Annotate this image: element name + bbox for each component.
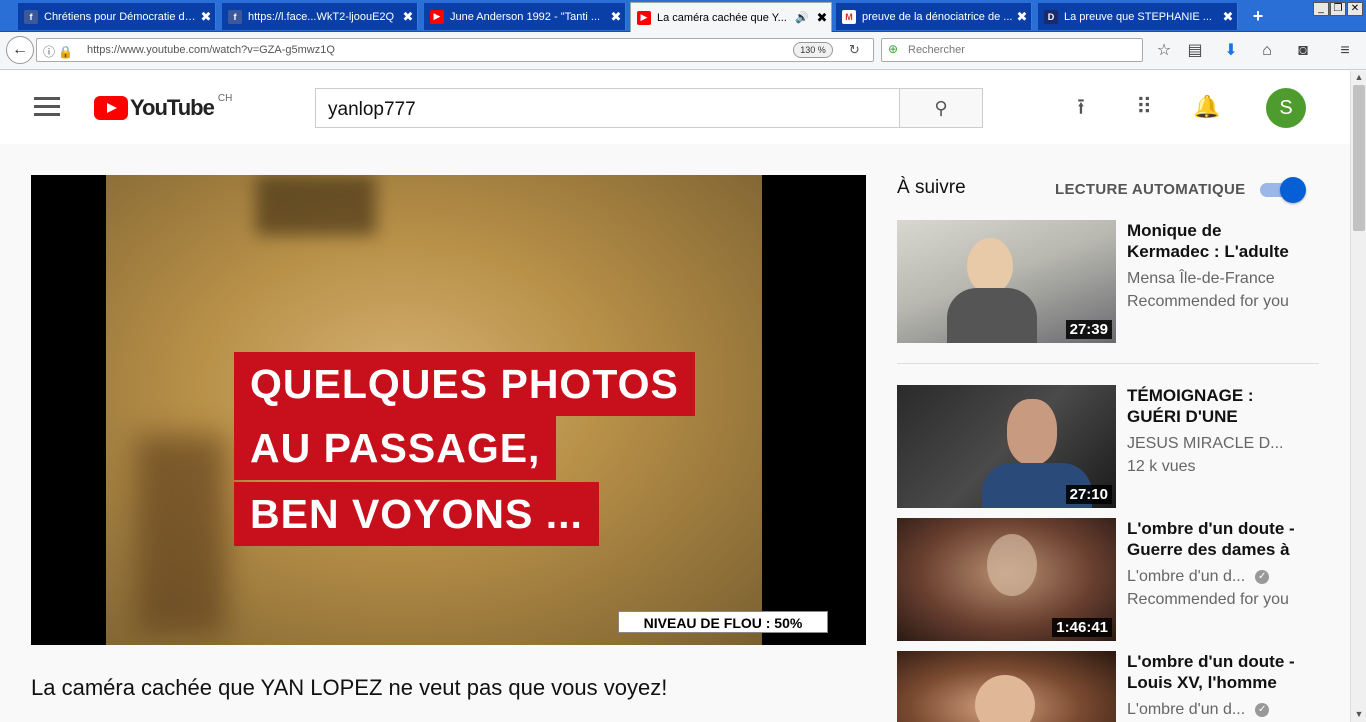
tab-label: La caméra cachée que Y...	[657, 11, 787, 24]
video-caption-line: AU PASSAGE,	[234, 416, 557, 480]
scrollbar-thumb[interactable]	[1353, 85, 1365, 231]
facebook-icon: f	[24, 9, 38, 24]
channel-name[interactable]: L'ombre d'un d... ✓	[1127, 698, 1312, 721]
video-title[interactable]: TÉMOIGNAGE : GUÉRI D'UNE	[1127, 385, 1307, 427]
minimize-icon[interactable]: _	[1313, 2, 1329, 16]
video-thumbnail[interactable]	[897, 651, 1116, 722]
tab-label: preuve de la dénociatrice de ...	[862, 10, 1013, 23]
suggested-video[interactable]: L'ombre d'un doute - Louis XV, l'homme L…	[897, 651, 1317, 722]
video-title[interactable]: Monique de Kermadec : L'adulte	[1127, 220, 1307, 262]
url-bar[interactable]: ⓘ 🔒 https://www.youtube.com/watch?v=GZA-…	[36, 38, 874, 62]
restore-icon[interactable]: ❐	[1330, 2, 1346, 16]
video-meta: Recommended for you	[1127, 591, 1289, 608]
video-duration: 27:10	[1065, 485, 1112, 504]
browser-search-input[interactable]: ⊕ Rechercher	[881, 38, 1143, 62]
youtube-icon: ▶	[637, 10, 651, 25]
hamburger-menu-icon[interactable]	[34, 97, 60, 117]
youtube-play-icon	[94, 96, 128, 120]
suggested-video[interactable]: 1:46:41 L'ombre d'un doute - Guerre des …	[897, 518, 1317, 642]
verified-badge-icon: ✓	[1255, 702, 1270, 717]
video-meta: Recommended for you	[1127, 293, 1289, 310]
video-caption-line: BEN VOYONS ...	[234, 482, 599, 546]
home-icon[interactable]: ⌂	[1256, 40, 1278, 62]
blur-level-label: NIVEAU DE FLOU : 50%	[618, 611, 828, 633]
country-code: CH	[217, 92, 233, 104]
close-icon[interactable]: ✖	[607, 9, 625, 25]
up-next-heading: À suivre	[897, 177, 966, 198]
youtube-logo[interactable]: YouTube CH	[94, 92, 233, 121]
upload-icon[interactable]: ⭱	[1067, 93, 1095, 121]
video-title[interactable]: L'ombre d'un doute - Guerre des dames à	[1127, 518, 1307, 560]
menu-icon[interactable]: ≡	[1334, 40, 1356, 62]
autoplay-toggle[interactable]	[1260, 177, 1306, 203]
browser-tab-active[interactable]: ▶ La caméra cachée que Y... 🔊 ✖	[630, 2, 832, 32]
video-title[interactable]: L'ombre d'un doute - Louis XV, l'homme	[1127, 651, 1307, 693]
autoplay-label: LECTURE AUTOMATIQUE	[1055, 181, 1246, 198]
close-icon[interactable]: ✖	[399, 9, 417, 25]
search-icon: ⚲	[934, 98, 948, 118]
browser-tab[interactable]: f Chrétiens pour Démocratie dir... ✖	[18, 3, 216, 30]
zoom-level[interactable]: 130 %	[793, 42, 833, 58]
avatar[interactable]: S	[1266, 88, 1306, 128]
window-close-icon[interactable]: ✕	[1347, 2, 1363, 16]
page-scrollbar[interactable]: ▲ ▼	[1350, 71, 1366, 722]
youtube-search-input[interactable]: yanlop777	[315, 88, 900, 128]
video-meta: 12 k vues	[1127, 458, 1196, 475]
video-title: La caméra cachée que YAN LOPEZ ne veut p…	[31, 675, 668, 700]
site-info-icon[interactable]: ⓘ 🔒	[43, 43, 73, 60]
search-button[interactable]: ⚲	[899, 88, 983, 128]
gmail-icon: M	[842, 9, 856, 24]
youtube-icon: ▶	[430, 9, 444, 24]
back-button[interactable]: ←	[6, 36, 34, 64]
pocket-icon[interactable]: ◙	[1292, 40, 1314, 62]
browser-tab[interactable]: M preuve de la dénociatrice de ... ✖	[836, 3, 1032, 30]
video-thumbnail[interactable]: 27:10	[897, 385, 1116, 508]
tab-label: https://l.face...WkT2-ljoouE2Q	[248, 10, 395, 23]
browser-tab[interactable]: D La preuve que STEPHANIE ... ✖	[1038, 3, 1238, 30]
video-player[interactable]: QUELQUES PHOTOS AU PASSAGE, BEN VOYONS .…	[31, 175, 866, 645]
verified-badge-icon: ✓	[1255, 569, 1270, 584]
download-icon[interactable]: ⬇	[1220, 40, 1242, 62]
tab-label: Chrétiens pour Démocratie dir...	[44, 10, 197, 23]
scroll-up-icon[interactable]: ▲	[1353, 72, 1365, 84]
search-value: yanlop777	[328, 99, 416, 120]
tab-label: La preuve que STEPHANIE ...	[1064, 10, 1212, 23]
scroll-down-icon[interactable]: ▼	[1353, 709, 1365, 721]
video-duration: 1:46:41	[1052, 618, 1112, 637]
close-icon[interactable]: ✖	[1013, 9, 1031, 25]
video-thumbnail[interactable]: 27:39	[897, 220, 1116, 343]
browser-tab[interactable]: ▶ June Anderson 1992 - "Tanti ... ✖	[424, 3, 626, 30]
video-thumbnail[interactable]: 1:46:41	[897, 518, 1116, 641]
divider	[897, 363, 1319, 364]
suggested-video[interactable]: 27:10 TÉMOIGNAGE : GUÉRI D'UNE JESUS MIR…	[897, 385, 1317, 509]
url-text: https://www.youtube.com/watch?v=GZA-g5mw…	[87, 44, 335, 56]
close-icon[interactable]: ✖	[1219, 9, 1237, 25]
bookmark-star-icon[interactable]: ☆	[1153, 40, 1175, 62]
search-engine-icon: ⊕	[888, 42, 899, 56]
video-duration: 27:39	[1065, 320, 1112, 339]
channel-name[interactable]: L'ombre d'un d... ✓	[1127, 565, 1312, 588]
reading-list-icon[interactable]: ▤	[1184, 40, 1206, 62]
speaker-icon[interactable]: 🔊	[795, 11, 809, 24]
suggested-video[interactable]: 27:39 Monique de Kermadec : L'adulte Men…	[897, 220, 1317, 344]
video-caption-line: QUELQUES PHOTOS	[234, 352, 695, 416]
apps-grid-icon[interactable]: ⠿	[1130, 93, 1158, 121]
channel-name[interactable]: Mensa Île-de-France	[1127, 267, 1312, 290]
browser-tab-bar: f Chrétiens pour Démocratie dir... ✖ f h…	[0, 0, 1366, 32]
logo-text: YouTube	[130, 95, 215, 120]
reload-icon[interactable]: ↻	[849, 42, 860, 58]
dailymotion-icon: D	[1044, 9, 1058, 24]
search-placeholder: Rechercher	[908, 44, 965, 56]
tab-label: June Anderson 1992 - "Tanti ...	[450, 10, 601, 23]
youtube-header: YouTube CH yanlop777 ⚲ ⭱ ⠿ 🔔 S	[0, 71, 1350, 144]
close-icon[interactable]: ✖	[813, 10, 831, 26]
facebook-icon: f	[228, 9, 242, 24]
browser-nav-bar: ← ⓘ 🔒 https://www.youtube.com/watch?v=GZ…	[0, 32, 1366, 70]
new-tab-button[interactable]: +	[1247, 5, 1269, 27]
close-icon[interactable]: ✖	[197, 9, 215, 25]
channel-name[interactable]: JESUS MIRACLE D...	[1127, 432, 1312, 455]
browser-tab[interactable]: f https://l.face...WkT2-ljoouE2Q ✖	[222, 3, 418, 30]
notifications-bell-icon[interactable]: 🔔	[1193, 93, 1221, 121]
